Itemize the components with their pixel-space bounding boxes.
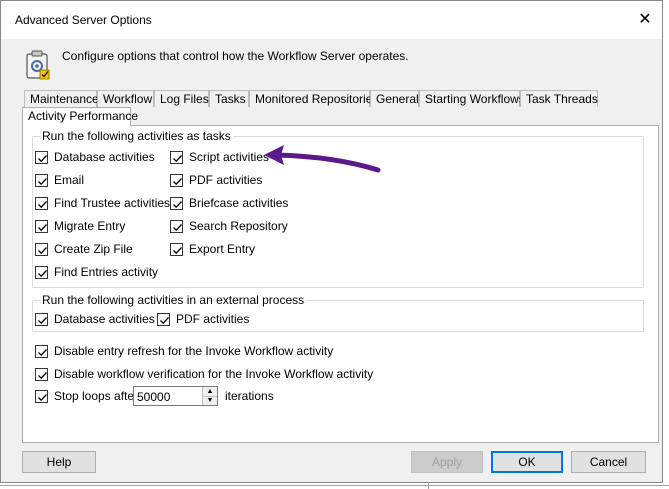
checkbox-tasks-database[interactable]: Database activities: [35, 149, 155, 165]
checkbox-box[interactable]: [35, 173, 48, 187]
tab-log-files[interactable]: Log Files: [154, 90, 209, 107]
checkbox-box[interactable]: [35, 242, 48, 256]
checkbox-box[interactable]: [35, 367, 48, 381]
button-label: Help: [46, 455, 72, 469]
stepper-down-icon[interactable]: ▼: [203, 396, 217, 405]
header-description: Configure options that control how the W…: [62, 49, 409, 63]
apply-button[interactable]: Apply: [411, 451, 483, 473]
checkbox-box[interactable]: [35, 196, 48, 210]
checkbox-label: Find Entries activity: [54, 265, 159, 279]
tab-label: Starting Workflows: [425, 92, 525, 106]
checkbox-disable-entry-refresh[interactable]: Disable entry refresh for the Invoke Wor…: [35, 343, 333, 359]
checkbox-label: Find Trustee activities: [54, 196, 171, 210]
checkbox-tasks-create-zip[interactable]: Create Zip File: [35, 241, 133, 257]
checkbox-tasks-pdf[interactable]: PDF activities: [170, 172, 262, 188]
clipboard-settings-icon: [26, 50, 50, 80]
iterations-value[interactable]: 50000: [137, 390, 170, 404]
cancel-button[interactable]: Cancel: [571, 451, 646, 473]
tab-maintenance[interactable]: Maintenance: [24, 90, 99, 107]
help-button[interactable]: Help: [22, 451, 96, 473]
button-label: Cancel: [589, 455, 628, 469]
tab-general[interactable]: General: [370, 90, 419, 107]
stepper-buttons: ▲ ▼: [202, 387, 217, 405]
checkbox-tasks-export-entry[interactable]: Export Entry: [170, 241, 255, 257]
tab-label: Log Files: [160, 92, 209, 106]
ok-button[interactable]: OK: [491, 451, 563, 473]
checkbox-box[interactable]: [35, 265, 48, 279]
checkbox-external-database[interactable]: Database activities: [35, 311, 155, 327]
checkbox-box[interactable]: [170, 242, 183, 256]
checkbox-box[interactable]: [35, 389, 48, 403]
checkbox-label: PDF activities: [176, 312, 250, 326]
tab-workflow[interactable]: Workflow: [97, 90, 154, 107]
checkbox-box[interactable]: [35, 150, 48, 164]
checkbox-label: Search Repository: [189, 219, 288, 233]
tab-activity-performance[interactable]: Activity Performance: [22, 107, 138, 126]
checkbox-box[interactable]: [157, 312, 170, 326]
checkbox-label: Email: [54, 173, 85, 187]
checkbox-label: Database activities: [54, 150, 155, 164]
checkbox-box[interactable]: [35, 312, 48, 326]
tab-monitored-repositories[interactable]: Monitored Repositories: [249, 90, 378, 107]
checkbox-box[interactable]: [170, 173, 183, 187]
checkbox-label: Migrate Entry: [54, 219, 126, 233]
tab-label: Tasks: [215, 92, 246, 106]
checkbox-tasks-search-repository[interactable]: Search Repository: [170, 218, 288, 234]
button-label: Apply: [431, 455, 463, 469]
tab-starting-workflows[interactable]: Starting Workflows: [419, 90, 525, 107]
iterations-stepper[interactable]: 50000 ▲ ▼: [133, 386, 218, 406]
iterations-label: iterations: [225, 389, 274, 403]
checkbox-label: Stop loops after: [54, 389, 139, 403]
checkbox-label: PDF activities: [189, 173, 263, 187]
dialog-window: Advanced Server Options ✕ Configure opti…: [0, 0, 663, 483]
checkbox-external-pdf[interactable]: PDF activities: [157, 311, 249, 327]
tab-label: Monitored Repositories: [255, 92, 379, 106]
checkbox-stop-loops[interactable]: Stop loops after: [35, 388, 138, 404]
checkbox-box[interactable]: [170, 196, 183, 210]
annotation-arrow-icon: [264, 145, 381, 173]
tab-label: General: [376, 92, 419, 106]
checkbox-tasks-find-entries[interactable]: Find Entries activity: [35, 264, 158, 280]
checkbox-label: Disable workflow verification for the In…: [54, 367, 374, 381]
tab-label: Maintenance: [30, 92, 99, 106]
checkbox-box[interactable]: [170, 219, 183, 233]
tab-tasks[interactable]: Tasks: [209, 90, 249, 107]
checkbox-tasks-email[interactable]: Email: [35, 172, 84, 188]
checkbox-tasks-find-trustee[interactable]: Find Trustee activities: [35, 195, 170, 211]
checkbox-box[interactable]: [35, 219, 48, 233]
button-label: OK: [518, 455, 536, 469]
title-bar[interactable]: Advanced Server Options ✕: [1, 1, 662, 39]
background-line: [0, 485, 669, 486]
checkbox-label: Database activities: [54, 312, 155, 326]
tab-label: Task Threads: [526, 92, 598, 106]
checkbox-label: Briefcase activities: [189, 196, 289, 210]
checkbox-label: Disable entry refresh for the Invoke Wor…: [54, 344, 334, 358]
group-legend: Run the following activities as tasks: [40, 129, 233, 143]
close-icon[interactable]: ✕: [636, 11, 654, 29]
tab-label: Activity Performance: [28, 109, 139, 123]
checkbox-label: Export Entry: [189, 242, 256, 256]
checkbox-tasks-briefcase[interactable]: Briefcase activities: [170, 195, 288, 211]
window-title: Advanced Server Options: [15, 13, 152, 27]
tab-label: Workflow: [103, 92, 153, 106]
checkbox-box[interactable]: [170, 150, 183, 164]
checkbox-label: Script activities: [189, 150, 270, 164]
checkbox-tasks-script[interactable]: Script activities: [170, 149, 269, 165]
checkbox-box[interactable]: [35, 344, 48, 358]
tab-task-threads[interactable]: Task Threads: [520, 90, 598, 107]
checkbox-label: Create Zip File: [54, 242, 133, 256]
group-legend: Run the following activities in an exter…: [40, 293, 307, 307]
checkbox-disable-workflow-verification[interactable]: Disable workflow verification for the In…: [35, 366, 373, 382]
checkbox-tasks-migrate-entry[interactable]: Migrate Entry: [35, 218, 125, 234]
